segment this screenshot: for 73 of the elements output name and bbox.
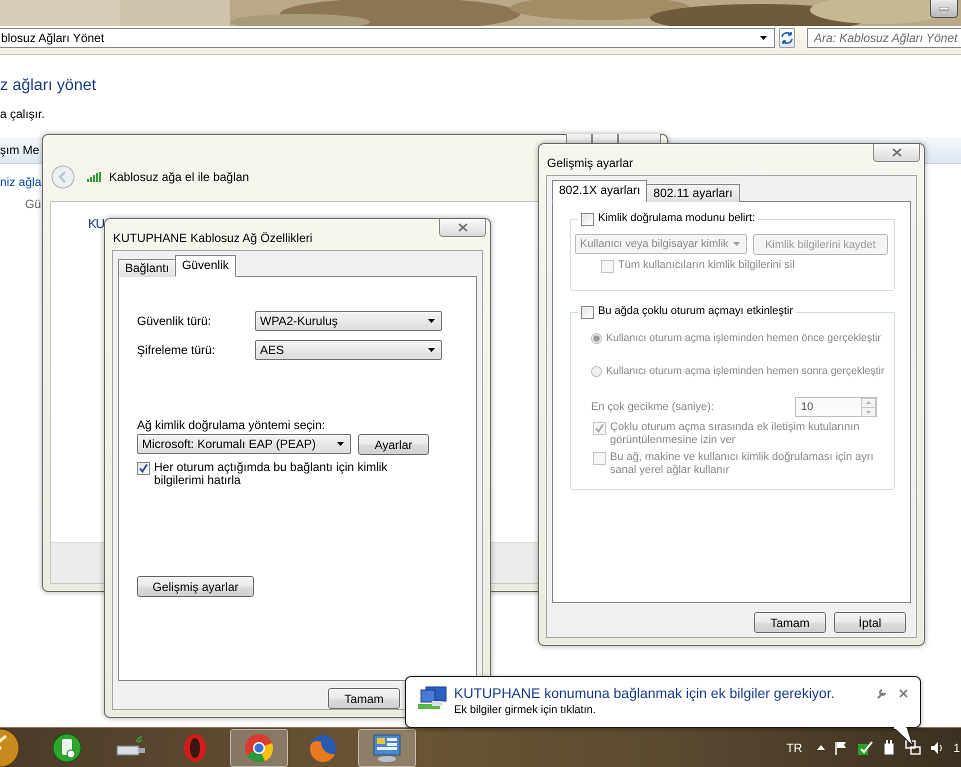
checkbox[interactable] <box>137 462 150 475</box>
checkbox[interactable] <box>581 213 594 226</box>
minimize-button[interactable] <box>566 134 592 143</box>
caret-icon <box>428 319 435 323</box>
column-header: Gü <box>25 197 42 213</box>
checkbox[interactable] <box>581 306 594 319</box>
window-title: Kablosuz ağa el ile bağlan <box>109 170 250 184</box>
caret-icon <box>760 36 767 40</box>
tab[interactable]: 802.11 ayarları <box>646 184 740 202</box>
checkbox-label: Her oturum açtığımda bu bağlantı için kimlik bilgilerimi hatırla <box>154 461 388 487</box>
dialog-title: KUTUPHANE Kablosuz Ağ Özellikleri <box>113 231 312 245</box>
checkbox-label: Tüm kullanıcıların kimlik bilgilerini sil <box>618 259 795 272</box>
radio-label: Kullanıcı oturum açma işleminden hemen sonra gerçekleştir <box>606 365 884 378</box>
description-text: a çalışır. <box>0 107 45 121</box>
dialog-button[interactable]: Tamam <box>754 612 826 633</box>
network-computer-icon <box>418 685 448 711</box>
language-indicator[interactable]: TR <box>786 740 802 754</box>
check-icon[interactable] <box>857 740 874 756</box>
page-heading: z ağları yönet <box>0 77 96 95</box>
dropdown[interactable]: Microsoft: Korumalı EAP (PEAP) <box>137 434 351 454</box>
link[interactable]: niz ağla <box>0 175 42 189</box>
speaker-icon[interactable] <box>930 740 944 754</box>
caret-icon[interactable] <box>817 745 826 750</box>
settings-button[interactable]: Ayarlar <box>358 434 429 455</box>
minimize-button[interactable] <box>930 0 958 18</box>
dialog-button[interactable]: İptal <box>834 612 906 633</box>
checkbox-label: Çoklu oturum açma sırasında ek iletişim kutularının görüntülenmesine izin ver <box>610 421 860 447</box>
address-field[interactable]: blosuz Ağları Yönet <box>0 28 775 48</box>
tab[interactable]: 802.1X ayarları <box>552 180 648 202</box>
checkbox-label: Bu ağda çoklu oturum açmayı etkinleştir <box>598 305 794 318</box>
close-icon <box>892 148 902 157</box>
dropdown[interactable]: WPA2-Kuruluş <box>255 311 442 331</box>
caret-icon <box>732 242 740 246</box>
field-label: Ağ kimlik doğrulama yöntemi seçin: <box>137 418 326 432</box>
tab[interactable]: Güvenlik <box>175 255 236 277</box>
clock[interactable]: 1 <box>953 740 960 754</box>
device-icon[interactable] <box>882 740 896 756</box>
signal-icon <box>87 172 103 182</box>
radio-label: Kullanıcı oturum açma işleminden hemen önce gerçekleştir <box>606 332 881 345</box>
close-icon <box>458 223 468 232</box>
minimize-icon <box>939 6 949 10</box>
close-button[interactable] <box>439 219 486 237</box>
monitor-icon <box>371 732 403 764</box>
caret-icon <box>337 442 344 446</box>
maximize-button[interactable] <box>592 134 618 143</box>
close-button[interactable] <box>873 144 920 162</box>
close-icon[interactable] <box>899 689 908 698</box>
toolbar-item[interactable]: şım Me <box>0 143 40 157</box>
phone-icon <box>51 732 83 764</box>
taskbar-button[interactable] <box>358 728 416 766</box>
notification-message: Ek bilgiler girmek için tıklatın. <box>454 704 597 716</box>
tab[interactable]: Bağlantı <box>118 259 176 277</box>
heading-text: KU <box>88 216 104 231</box>
dropdown[interactable]: AES <box>255 340 442 360</box>
refresh-button[interactable] <box>779 28 795 48</box>
field-label: En çok gecikme (saniye): <box>591 400 714 414</box>
notification-balloon[interactable]: KUTUPHANE konumuna bağlanmak için ek bilgiler gerekiyor. Ek bilgiler girmek için tıklatın. <box>405 676 921 728</box>
dialog-title: Gelişmiş ayarlar <box>547 156 634 170</box>
ok-button[interactable]: Tamam <box>328 688 400 709</box>
field-label: Güvenlik türü: <box>137 314 212 328</box>
caret-icon <box>428 348 435 352</box>
browser-icon <box>243 732 275 764</box>
checkbox-label: Bu ağ, makine ve kullanıcı kimlik doğrulaması için ayrı sanal yerel ağlar kullanır <box>610 451 874 477</box>
notification-title: KUTUPHANE konumuna bağlanmak için ek bilgiler gerekiyor. <box>454 685 836 701</box>
network-icon[interactable] <box>905 740 922 756</box>
advanced-settings-button[interactable]: Gelişmiş ayarlar <box>137 576 254 597</box>
close-button[interactable] <box>618 134 661 143</box>
field-label: Şifreleme türü: <box>137 343 216 357</box>
back-button[interactable] <box>51 165 75 189</box>
checkbox-label: Kimlik doğrulama modunu belirt: <box>598 212 756 225</box>
flag-icon[interactable] <box>834 740 848 754</box>
refresh-icon <box>780 32 794 44</box>
wrench-icon[interactable] <box>876 688 887 699</box>
